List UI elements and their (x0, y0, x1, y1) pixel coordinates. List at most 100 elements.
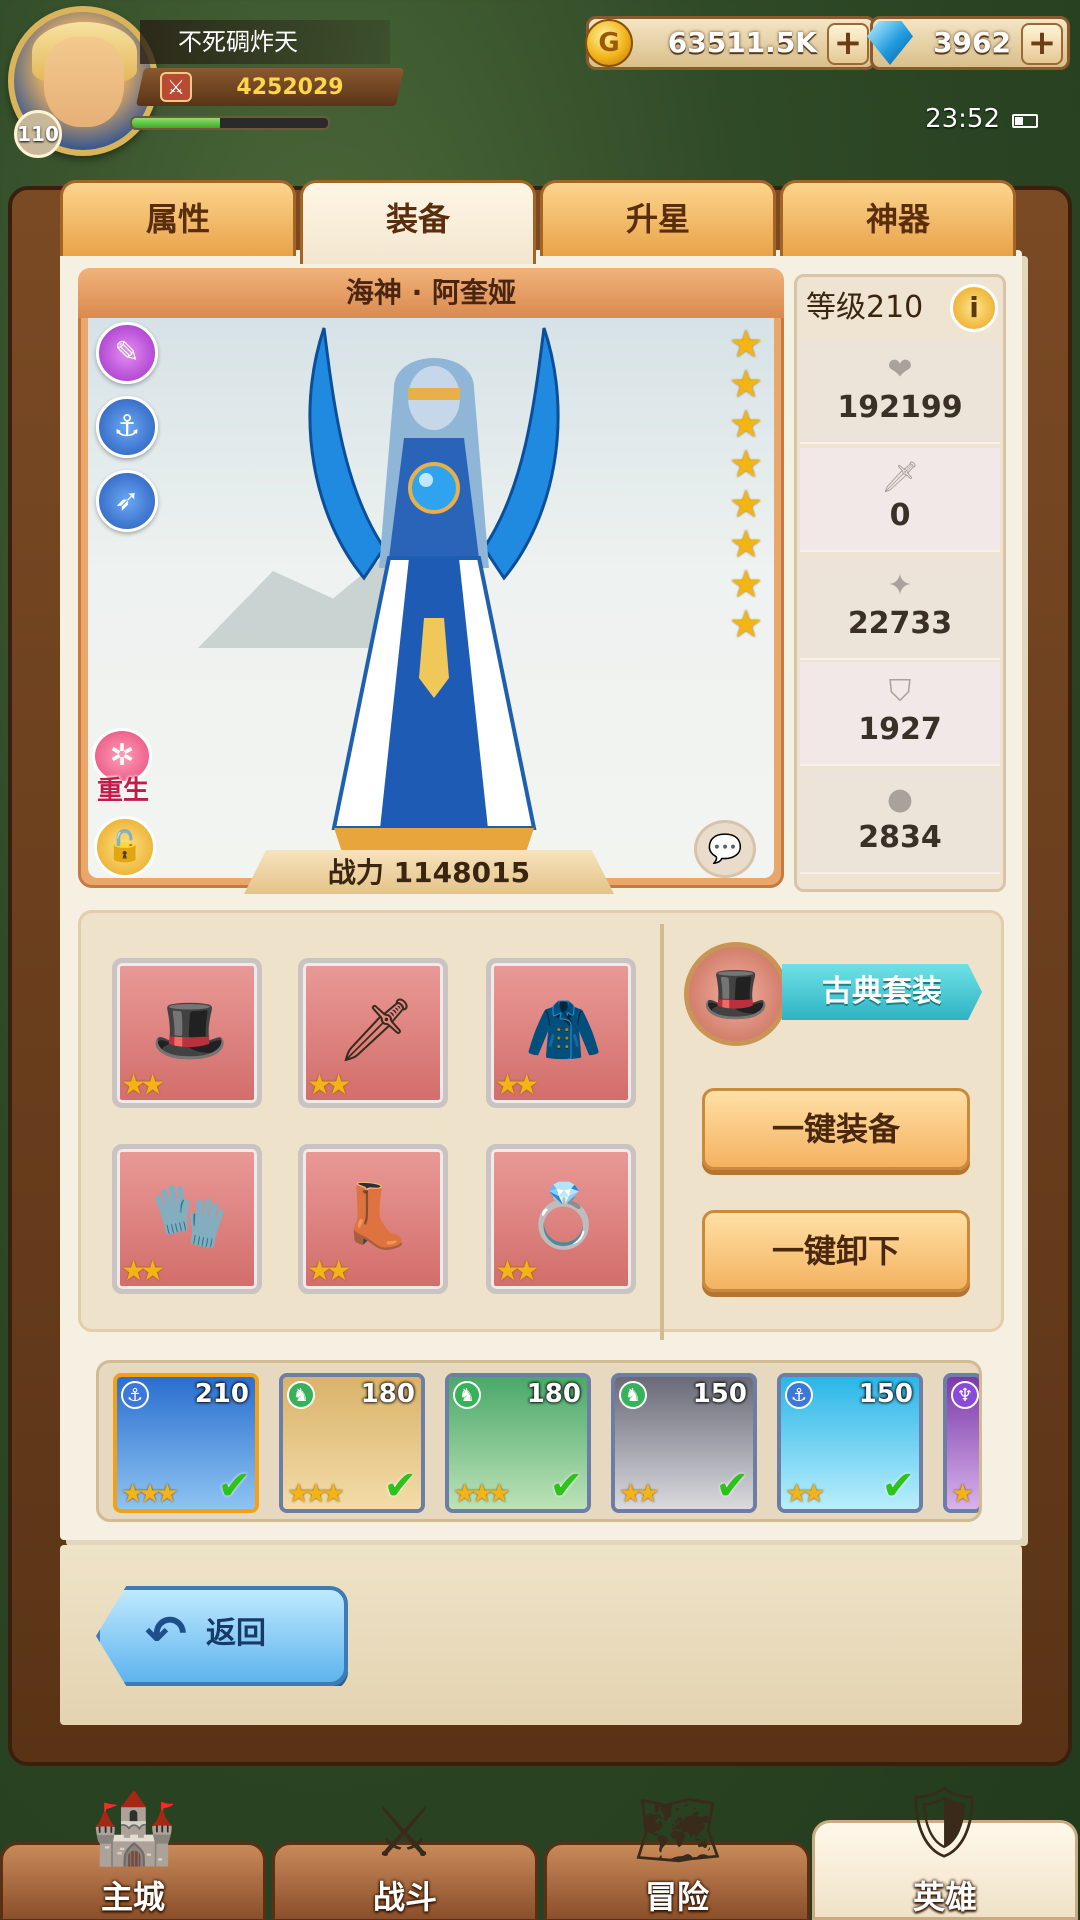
checkmark-icon: ✔ (881, 1463, 915, 1509)
hero-card-level: 150 (858, 1379, 913, 1409)
hero-card[interactable]: ♞ 180 ★★★ ✔ (279, 1373, 425, 1513)
player-power-value: 4252029 (236, 75, 344, 100)
boots-icon: 👢 (337, 1179, 415, 1252)
add-gems-button[interactable]: + (1021, 23, 1063, 65)
hero-card[interactable]: ♆ ★ (943, 1373, 979, 1513)
equipment-set-icon[interactable]: 🎩 (684, 942, 788, 1046)
magic-icon: ✦ (887, 568, 913, 603)
equip-slot-boots[interactable]: 👢 ★★ (298, 1144, 448, 1294)
anchor-icon: ⚓ (121, 1381, 149, 1409)
nav-battle-label[interactable]: 战斗 (272, 1872, 538, 1918)
item-stars: ★★ (121, 1068, 165, 1101)
crossed-swords-icon: ⚔ (160, 72, 192, 102)
item-stars: ★★ (307, 1254, 351, 1287)
equip-slot-gloves[interactable]: 🧤 ★★ (112, 1144, 262, 1294)
diamond-icon (867, 21, 913, 65)
gold-value: 63511.5K (667, 26, 817, 59)
tab-star-up[interactable]: 升星 (540, 180, 776, 256)
avatar-face (44, 37, 124, 127)
info-button[interactable]: i (950, 284, 998, 332)
hero-card[interactable]: ♞ 150 ★★ ✔ (611, 1373, 757, 1513)
stat-hp: ❤ 192199 (800, 340, 1000, 444)
tab-equipment[interactable]: 装备 (300, 180, 536, 264)
stat-value: 192199 (837, 390, 963, 425)
hero-card-level: 180 (526, 1379, 581, 1409)
heart-icon: ❤ (887, 352, 913, 387)
gold-coin-icon: G (585, 19, 633, 67)
hero-card-level: 150 (692, 1379, 747, 1409)
star-icon: ★ (728, 562, 764, 606)
nav-adventure-label[interactable]: 冒险 (544, 1872, 810, 1918)
item-stars: ★★ (495, 1254, 539, 1287)
beast-icon: ♞ (287, 1381, 315, 1409)
stat-value: 0 (889, 498, 911, 533)
nav-main-city-label[interactable]: 主城 (0, 1872, 266, 1918)
stat-value: 22733 (847, 606, 953, 641)
star-icon: ★ (728, 322, 764, 366)
hero-card-level: 210 (194, 1379, 249, 1409)
skill-wand-icon[interactable]: ✎ (96, 322, 158, 384)
hero-card-stars: ★★ (619, 1479, 660, 1509)
anchor-icon[interactable]: ⚓ (96, 396, 158, 458)
stat-value: 2834 (858, 820, 942, 855)
stat-attack: 🗡 0 (800, 448, 1000, 552)
hero-card[interactable]: ⚓ 210 ★★★ ✔ (113, 1373, 259, 1513)
player-name: 不死碉炸天 (140, 20, 390, 64)
back-button-label[interactable]: 返回 (206, 1604, 266, 1664)
drop-icon: ● (886, 782, 914, 817)
gem-counter: 3962 + (867, 16, 1070, 70)
equip-slot-ring[interactable]: 💍 ★★ (486, 1144, 636, 1294)
hero-card[interactable]: ♞ 180 ★★★ ✔ (445, 1373, 591, 1513)
clock: 23:52 (925, 104, 1000, 134)
auto-equip-button[interactable]: 一键装备 (702, 1088, 970, 1170)
hero-card-stars: ★★★ (453, 1479, 511, 1509)
hero-name: 海神 · 阿奎娅 (78, 268, 784, 318)
auto-unequip-button[interactable]: 一键卸下 (702, 1210, 970, 1292)
tab-artifact[interactable]: 神器 (780, 180, 1016, 256)
equipment-set-label[interactable]: 古典套装 (782, 964, 982, 1020)
star-icon: ★ (728, 522, 764, 566)
checkmark-icon: ✔ (715, 1463, 749, 1509)
gloves-icon: 🧤 (151, 1179, 229, 1252)
gold-counter: G 63511.5K + (585, 16, 876, 70)
crossed-swords-icon[interactable]: ⚔ (354, 1782, 454, 1882)
robe-icon: 🧥 (525, 993, 603, 1066)
hero-stage (88, 318, 774, 878)
hero-card[interactable]: ⚓ 150 ★★ ✔ (777, 1373, 923, 1513)
hero-roster[interactable]: ⚓ 210 ★★★ ✔ ♞ 180 ★★★ ✔ ♞ 180 ★★★ ✔ ♞ 150 ★★ ✔ ⚓ 150 ★★ ✔ ♆ ★ (96, 1360, 982, 1522)
checkmark-icon: ✔ (217, 1463, 251, 1509)
back-arrow-icon[interactable]: ↶ (136, 1604, 196, 1664)
rebirth-label[interactable]: 重生 (88, 770, 158, 807)
hero-card-level: 180 (360, 1379, 415, 1409)
hero-card-stars: ★★★ (287, 1479, 345, 1509)
skill-dash-icon[interactable]: ➶ (96, 470, 158, 532)
anchor-icon: ⚓ (785, 1381, 813, 1409)
map-icon[interactable]: 🗺 (628, 1780, 728, 1880)
tab-attributes[interactable]: 属性 (60, 180, 296, 256)
shield-icon: ⛉ (888, 674, 912, 709)
dagger-icon: 🗡 (336, 993, 416, 1066)
castle-icon[interactable]: 🏰 (84, 1778, 184, 1878)
equip-slot-armor[interactable]: 🧥 ★★ (486, 958, 636, 1108)
gem-value: 3962 (933, 26, 1011, 59)
chat-bubble-icon[interactable]: 💬 (694, 820, 756, 878)
hero-crest-icon[interactable]: 🛡 (894, 1772, 994, 1872)
star-icon: ★ (728, 602, 764, 646)
divider (660, 924, 664, 1340)
beast-icon: ♞ (619, 1381, 647, 1409)
player-exp-fill (132, 118, 221, 128)
lock-icon[interactable]: 🔓 (94, 816, 156, 878)
beast-icon: ♞ (453, 1381, 481, 1409)
nav-heroes-label[interactable]: 英雄 (812, 1872, 1078, 1918)
add-gold-button[interactable]: + (827, 23, 869, 65)
equip-slot-weapon[interactable]: 🗡 ★★ (298, 958, 448, 1108)
hero-model[interactable] (274, 318, 594, 878)
stat-magic: ✦ 22733 (800, 556, 1000, 660)
hero-power: 战力 1148015 (244, 850, 614, 894)
checkmark-icon: ✔ (549, 1463, 583, 1509)
star-icon: ★ (728, 482, 764, 526)
stat-defense: ⛉ 1927 (800, 662, 1000, 766)
star-icon: ★ (728, 442, 764, 486)
purple-icon: ♆ (951, 1381, 979, 1409)
equip-slot-hat[interactable]: 🎩 ★★ (112, 958, 262, 1108)
